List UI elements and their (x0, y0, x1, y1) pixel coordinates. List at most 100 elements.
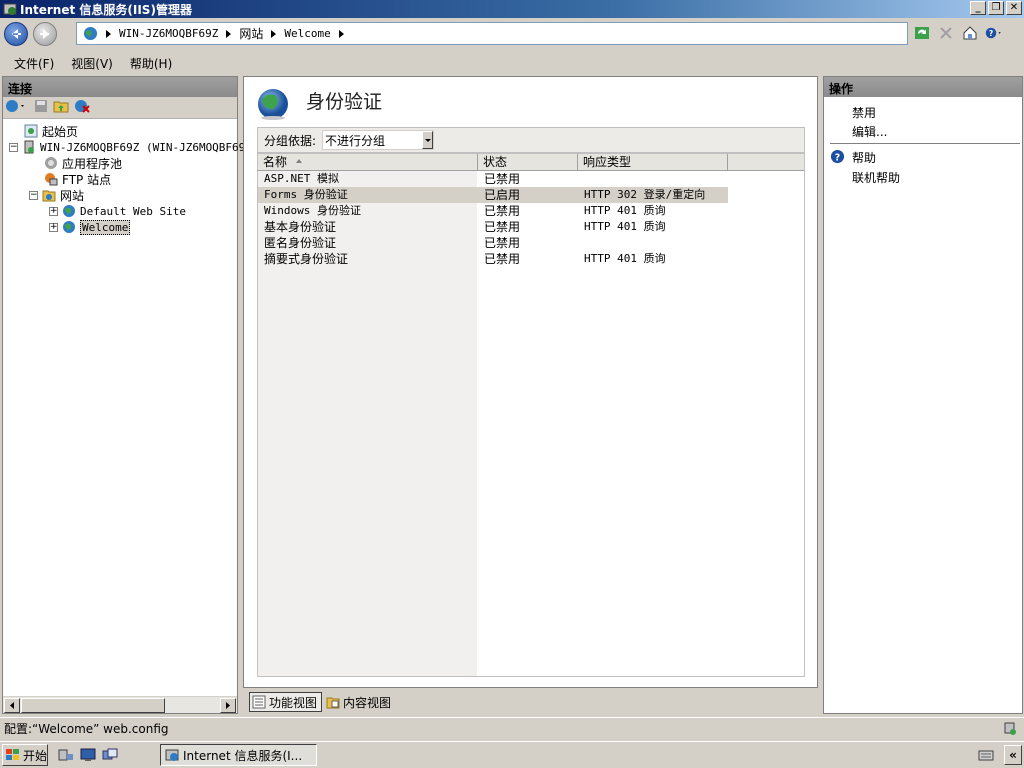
row-response: HTTP 302 登录/重定向 (584, 188, 706, 201)
tree-node-default-web-site[interactable]: + Default Web Site (49, 203, 186, 219)
server-manager-icon[interactable] (58, 748, 74, 762)
title-bar[interactable]: Internet 信息服务(IIS)管理器 _ ❐ ✕ (0, 0, 1024, 18)
group-by-value: 不进行分组 (325, 133, 386, 148)
ftp-icon (43, 171, 59, 187)
connections-pane: 连接 起始页 − WIN-JZ6MOQBF69Z (WIN-JZ6MOQBF69… (2, 76, 252, 714)
features-view-icon (252, 695, 266, 709)
menu-help[interactable]: 帮助(H) (130, 55, 172, 72)
tree-node-start-page[interactable]: 起始页 (23, 123, 78, 139)
group-by-select[interactable]: 不进行分组 (322, 130, 435, 150)
start-button[interactable]: 开始 (2, 744, 48, 766)
taskbar-item-iis-manager[interactable]: Internet 信息服务(I... (160, 744, 317, 766)
tree-node-app-pools[interactable]: 应用程序池 (43, 155, 122, 171)
refresh-icon[interactable] (913, 24, 931, 42)
row-response: HTTP 401 质询 (584, 204, 666, 217)
home-icon[interactable] (961, 24, 979, 42)
action-edit[interactable]: 编辑... (852, 123, 887, 140)
taskbar: 开始 Internet 信息服务(I... « (0, 741, 1024, 768)
column-header-status[interactable]: 状态 (478, 154, 578, 170)
view-tabs: 功能视图 内容视图 (243, 690, 818, 714)
minimize-button[interactable]: _ (970, 1, 986, 15)
menu-view[interactable]: 视图(V) (71, 55, 113, 72)
action-online-help[interactable]: 联机帮助 (852, 169, 900, 186)
save-icon[interactable] (33, 98, 49, 117)
group-by-label: 分组依据: (264, 133, 317, 148)
connect-icon[interactable] (5, 98, 29, 117)
delete-connection-icon[interactable] (73, 98, 91, 117)
scroll-left-button[interactable] (4, 698, 20, 713)
status-bar: 配置:“Welcome” web.config (0, 717, 1024, 739)
expand-toggle[interactable]: + (49, 222, 58, 232)
horizontal-scrollbar[interactable] (3, 696, 237, 713)
table-row[interactable]: 匿名身份验证 已禁用 (258, 235, 728, 251)
tree-label: 起始页 (42, 124, 79, 139)
breadcrumb-separator-icon (226, 29, 232, 38)
table-row[interactable]: ASP.NET 模拟 已禁用 (258, 171, 728, 187)
sort-ascending-icon (296, 159, 302, 163)
connections-toolbar (3, 97, 237, 119)
tree-node-server[interactable]: − WIN-JZ6MOQBF69Z (WIN-JZ6MOQBF69Z (9, 139, 252, 155)
group-by-bar: 分组依据: 不进行分组 (257, 127, 805, 153)
row-name: Windows 身份验证 (264, 204, 361, 217)
breadcrumb-sites[interactable]: 网站 (239, 25, 263, 42)
page-title: 身份验证 (306, 91, 383, 113)
table-row[interactable]: 摘要式身份验证 已禁用 HTTP 401 质询 (258, 251, 728, 267)
list-header: 名称 状态 响应类型 (258, 154, 804, 171)
show-desktop-icon[interactable] (80, 748, 96, 762)
authentication-list: 名称 状态 响应类型 ASP.NET 模拟 已禁用 Forms 身份验证 已启用… (257, 153, 805, 677)
chevron-down-icon[interactable] (422, 131, 434, 149)
help-dropdown-icon[interactable]: ? (985, 24, 1003, 42)
tree-node-sites[interactable]: − 网站 (29, 187, 84, 203)
row-response: HTTP 401 质询 (584, 220, 666, 233)
breadcrumb-separator-icon[interactable] (338, 29, 344, 38)
collapse-toggle[interactable]: − (9, 142, 18, 152)
tree-label: Default Web Site (80, 204, 186, 218)
action-help[interactable]: 帮助 (852, 149, 876, 166)
row-name: 基本身份验证 (264, 220, 337, 234)
actions-header: 操作 (824, 77, 1022, 97)
explorer-icon[interactable] (102, 748, 118, 762)
breadcrumb-separator-icon (106, 29, 111, 38)
network-status-icon (1002, 721, 1018, 740)
app-pool-icon (43, 155, 59, 171)
tree-node-ftp-sites[interactable]: FTP 站点 (43, 171, 111, 187)
restore-button[interactable]: ❐ (988, 1, 1004, 15)
tab-features-view[interactable]: 功能视图 (249, 692, 323, 712)
arrow-left-icon (12, 29, 21, 39)
folder-up-icon[interactable] (53, 98, 69, 117)
status-text: 配置:“Welcome” web.config (4, 722, 169, 736)
keyboard-icon[interactable] (978, 748, 994, 762)
menu-file[interactable]: 文件(F) (14, 55, 54, 72)
sites-folder-icon (41, 187, 57, 203)
close-button[interactable]: ✕ (1006, 1, 1022, 15)
collapse-toggle[interactable]: − (29, 190, 38, 200)
back-button[interactable] (4, 22, 28, 46)
row-status: 已禁用 (484, 252, 521, 266)
tray-expand-button[interactable]: « (1004, 745, 1022, 765)
breadcrumb-server[interactable]: WIN-JZ6MOQBF69Z (119, 27, 218, 40)
expand-toggle[interactable]: + (49, 206, 58, 216)
scroll-right-button[interactable] (220, 698, 236, 713)
tab-content-view[interactable]: 内容视图 (324, 692, 395, 712)
iis-app-icon (3, 2, 17, 16)
forward-button[interactable] (33, 22, 57, 46)
tree-label: WIN-JZ6MOQBF69Z (WIN-JZ6MOQBF69Z (40, 140, 252, 154)
scrollbar-thumb[interactable] (21, 698, 165, 713)
row-name: Forms 身份验证 (264, 188, 348, 201)
row-status: 已禁用 (484, 236, 521, 250)
action-disable[interactable]: 禁用 (852, 104, 876, 121)
column-header-name[interactable]: 名称 (258, 154, 478, 170)
column-header-response-type[interactable]: 响应类型 (578, 154, 728, 170)
tree-label: FTP 站点 (62, 172, 112, 187)
breadcrumb-welcome[interactable]: Welcome (284, 27, 330, 40)
row-status: 已启用 (484, 188, 521, 202)
tree-node-welcome[interactable]: + Welcome (49, 219, 131, 235)
table-row[interactable]: Windows 身份验证 已禁用 HTTP 401 质询 (258, 203, 728, 219)
address-bar[interactable]: WIN-JZ6MOQBF69Z 网站 Welcome (76, 22, 908, 45)
globe-icon (61, 203, 77, 219)
row-name: 摘要式身份验证 (264, 252, 349, 266)
table-row[interactable]: 基本身份验证 已禁用 HTTP 401 质询 (258, 219, 728, 235)
start-page-icon (23, 123, 39, 139)
stop-icon[interactable] (937, 24, 955, 42)
table-row-selected[interactable]: Forms 身份验证 已启用 HTTP 302 登录/重定向 (258, 187, 728, 203)
